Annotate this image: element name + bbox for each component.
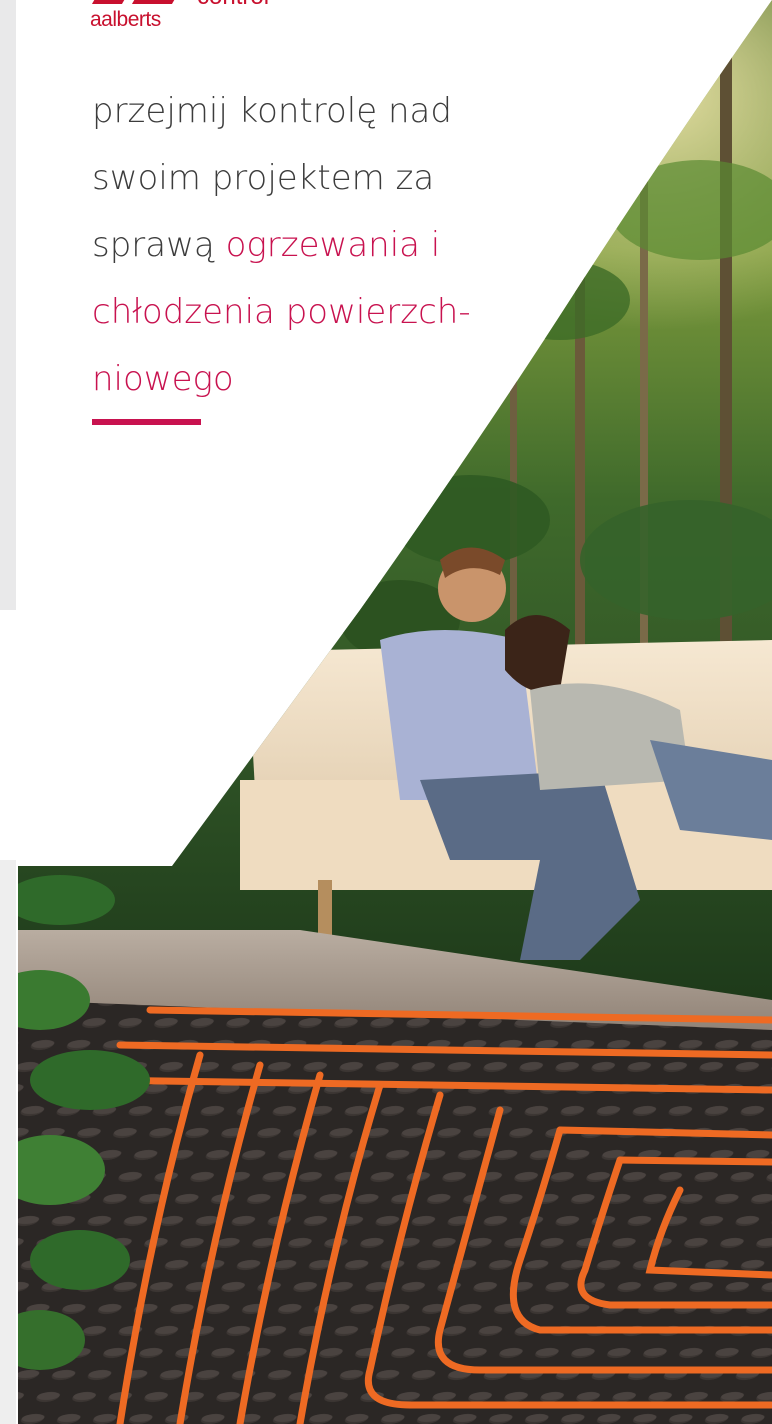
headline: przejmij kontrolę nad swoim projektem za… bbox=[92, 78, 552, 413]
headline-underline bbox=[92, 419, 201, 425]
logo-mark-icon bbox=[90, 0, 182, 8]
headline-accent-1: ogrzewania i bbox=[225, 225, 441, 265]
brochure-cover: aalberts control przejmij kontrolę nad s… bbox=[0, 0, 772, 1424]
brand-name: aalberts bbox=[90, 8, 161, 31]
brand-logo: aalberts control bbox=[90, 0, 320, 34]
headline-line-3-plain: sprawą bbox=[92, 225, 226, 265]
headline-line-2: swoim projektem za bbox=[92, 158, 435, 198]
headline-accent-2: chłodzenia powierzch- bbox=[92, 292, 471, 332]
headline-line-1: przejmij kontrolę nad bbox=[92, 91, 452, 131]
headline-line-3: sprawą ogrzewania i bbox=[92, 212, 552, 279]
brand-suffix: control bbox=[197, 0, 269, 10]
headline-accent-3: niowego bbox=[92, 359, 234, 399]
